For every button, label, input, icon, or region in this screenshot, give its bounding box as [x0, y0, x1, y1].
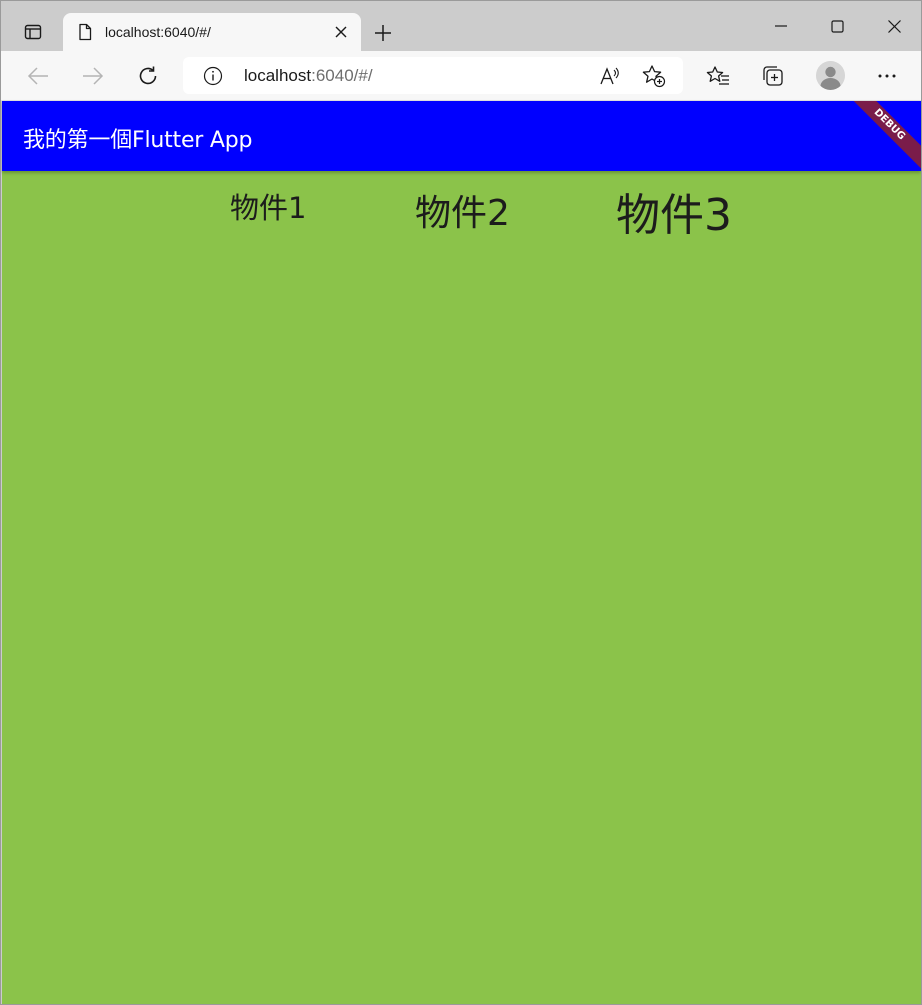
debug-banner: DEBUG — [837, 101, 921, 171]
collections-icon — [763, 66, 783, 86]
app-body: 物件1 物件2 物件3 — [2, 171, 921, 1004]
refresh-icon — [139, 66, 157, 85]
minimize-icon — [774, 25, 787, 27]
refresh-button[interactable] — [132, 60, 164, 92]
back-arrow-icon — [27, 67, 48, 85]
url-text[interactable]: localhost:6040/#/ — [244, 66, 373, 86]
more-button[interactable] — [871, 60, 903, 92]
maximize-button[interactable] — [809, 1, 866, 51]
app-title: 我的第一個Flutter App — [23, 128, 253, 153]
window-controls — [752, 1, 921, 51]
tab-actions-button[interactable] — [13, 15, 53, 49]
item-label-2: 物件2 — [415, 193, 510, 234]
tab-title: localhost:6040/#/ — [105, 24, 211, 40]
profile-icon — [816, 61, 845, 90]
minimize-button[interactable] — [752, 1, 809, 51]
tab-actions-icon — [24, 24, 42, 40]
url-path: :6040/#/ — [311, 66, 373, 85]
read-aloud-button[interactable] — [597, 63, 623, 89]
info-icon — [203, 66, 223, 86]
forward-button[interactable] — [77, 60, 109, 92]
app-bar: 我的第一個Flutter App DEBUG — [2, 101, 921, 171]
close-window-icon — [888, 19, 901, 33]
close-window-button[interactable] — [866, 1, 921, 51]
favorites-icon — [706, 66, 729, 85]
browser-toolbar: localhost:6040/#/ — [1, 51, 921, 101]
add-favorite-button[interactable] — [641, 63, 667, 89]
favorites-button[interactable] — [702, 60, 734, 92]
maximize-icon — [831, 19, 844, 33]
add-favorite-icon — [642, 65, 666, 88]
plus-icon — [375, 25, 391, 41]
item-label-1: 物件1 — [230, 191, 307, 225]
new-tab-button[interactable] — [367, 17, 399, 49]
back-button[interactable] — [22, 60, 54, 92]
read-aloud-icon — [600, 67, 619, 85]
tab-close-button[interactable] — [327, 18, 355, 46]
browser-tab[interactable]: localhost:6040/#/ — [63, 13, 361, 51]
site-info-button[interactable] — [203, 66, 223, 86]
tab-strip: localhost:6040/#/ — [1, 1, 921, 51]
collections-button[interactable] — [757, 60, 789, 92]
profile-button[interactable] — [816, 61, 845, 90]
forward-arrow-icon — [83, 67, 104, 85]
close-icon — [335, 26, 347, 38]
more-icon — [878, 74, 896, 78]
item-label-3: 物件3 — [616, 190, 732, 241]
browser-window: localhost:6040/#/ localhost:6040/#/ 我的第一… — [0, 0, 922, 1005]
address-bar[interactable]: localhost:6040/#/ — [183, 57, 683, 94]
url-host: localhost — [244, 66, 312, 85]
page-icon — [79, 23, 92, 41]
